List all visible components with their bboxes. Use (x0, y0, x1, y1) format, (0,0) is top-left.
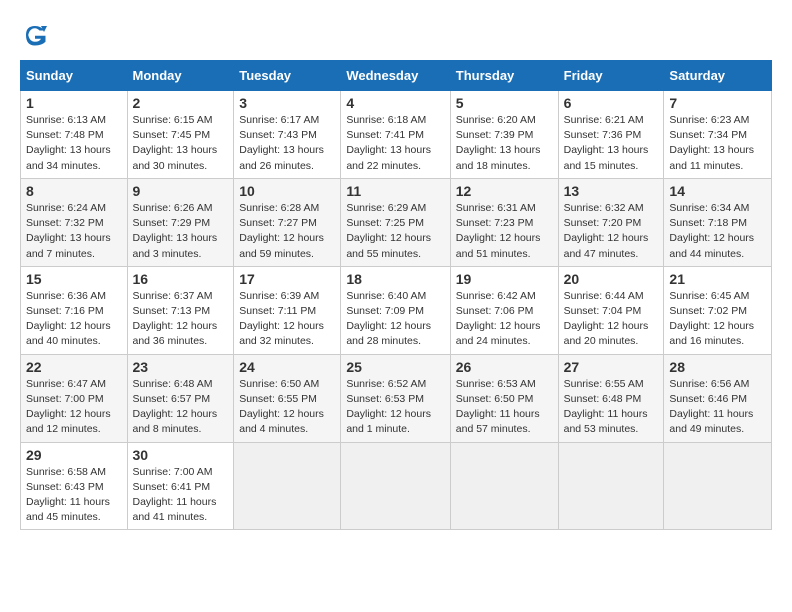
calendar-cell: 20Sunrise: 6:44 AMSunset: 7:04 PMDayligh… (558, 266, 664, 354)
calendar-cell: 24Sunrise: 6:50 AMSunset: 6:55 PMDayligh… (234, 354, 341, 442)
calendar-cell: 2Sunrise: 6:15 AMSunset: 7:45 PMDaylight… (127, 91, 234, 179)
logo (20, 20, 54, 50)
calendar-cell: 7Sunrise: 6:23 AMSunset: 7:34 PMDaylight… (664, 91, 772, 179)
calendar-cell (664, 442, 772, 530)
calendar-cell: 8Sunrise: 6:24 AMSunset: 7:32 PMDaylight… (21, 178, 128, 266)
calendar-cell: 6Sunrise: 6:21 AMSunset: 7:36 PMDaylight… (558, 91, 664, 179)
col-header-tuesday: Tuesday (234, 61, 341, 91)
calendar-cell: 12Sunrise: 6:31 AMSunset: 7:23 PMDayligh… (450, 178, 558, 266)
col-header-friday: Friday (558, 61, 664, 91)
calendar-cell: 14Sunrise: 6:34 AMSunset: 7:18 PMDayligh… (664, 178, 772, 266)
col-header-sunday: Sunday (21, 61, 128, 91)
col-header-thursday: Thursday (450, 61, 558, 91)
calendar-cell (558, 442, 664, 530)
calendar-cell (450, 442, 558, 530)
calendar-cell: 1Sunrise: 6:13 AMSunset: 7:48 PMDaylight… (21, 91, 128, 179)
calendar-cell: 11Sunrise: 6:29 AMSunset: 7:25 PMDayligh… (341, 178, 450, 266)
calendar-cell: 16Sunrise: 6:37 AMSunset: 7:13 PMDayligh… (127, 266, 234, 354)
calendar-cell: 26Sunrise: 6:53 AMSunset: 6:50 PMDayligh… (450, 354, 558, 442)
calendar-cell (341, 442, 450, 530)
calendar-cell: 23Sunrise: 6:48 AMSunset: 6:57 PMDayligh… (127, 354, 234, 442)
calendar-cell: 13Sunrise: 6:32 AMSunset: 7:20 PMDayligh… (558, 178, 664, 266)
calendar-cell: 9Sunrise: 6:26 AMSunset: 7:29 PMDaylight… (127, 178, 234, 266)
calendar-cell: 22Sunrise: 6:47 AMSunset: 7:00 PMDayligh… (21, 354, 128, 442)
calendar-cell: 29Sunrise: 6:58 AMSunset: 6:43 PMDayligh… (21, 442, 128, 530)
col-header-saturday: Saturday (664, 61, 772, 91)
calendar-cell: 25Sunrise: 6:52 AMSunset: 6:53 PMDayligh… (341, 354, 450, 442)
col-header-monday: Monday (127, 61, 234, 91)
calendar-cell: 19Sunrise: 6:42 AMSunset: 7:06 PMDayligh… (450, 266, 558, 354)
calendar-cell (234, 442, 341, 530)
col-header-wednesday: Wednesday (341, 61, 450, 91)
calendar-cell: 10Sunrise: 6:28 AMSunset: 7:27 PMDayligh… (234, 178, 341, 266)
calendar-cell: 27Sunrise: 6:55 AMSunset: 6:48 PMDayligh… (558, 354, 664, 442)
calendar-cell: 28Sunrise: 6:56 AMSunset: 6:46 PMDayligh… (664, 354, 772, 442)
calendar-cell: 5Sunrise: 6:20 AMSunset: 7:39 PMDaylight… (450, 91, 558, 179)
calendar-cell: 3Sunrise: 6:17 AMSunset: 7:43 PMDaylight… (234, 91, 341, 179)
calendar-cell: 30Sunrise: 7:00 AMSunset: 6:41 PMDayligh… (127, 442, 234, 530)
calendar-cell: 21Sunrise: 6:45 AMSunset: 7:02 PMDayligh… (664, 266, 772, 354)
calendar-cell: 15Sunrise: 6:36 AMSunset: 7:16 PMDayligh… (21, 266, 128, 354)
calendar-cell: 18Sunrise: 6:40 AMSunset: 7:09 PMDayligh… (341, 266, 450, 354)
calendar-table: SundayMondayTuesdayWednesdayThursdayFrid… (20, 60, 772, 530)
calendar-cell: 17Sunrise: 6:39 AMSunset: 7:11 PMDayligh… (234, 266, 341, 354)
calendar-cell: 4Sunrise: 6:18 AMSunset: 7:41 PMDaylight… (341, 91, 450, 179)
